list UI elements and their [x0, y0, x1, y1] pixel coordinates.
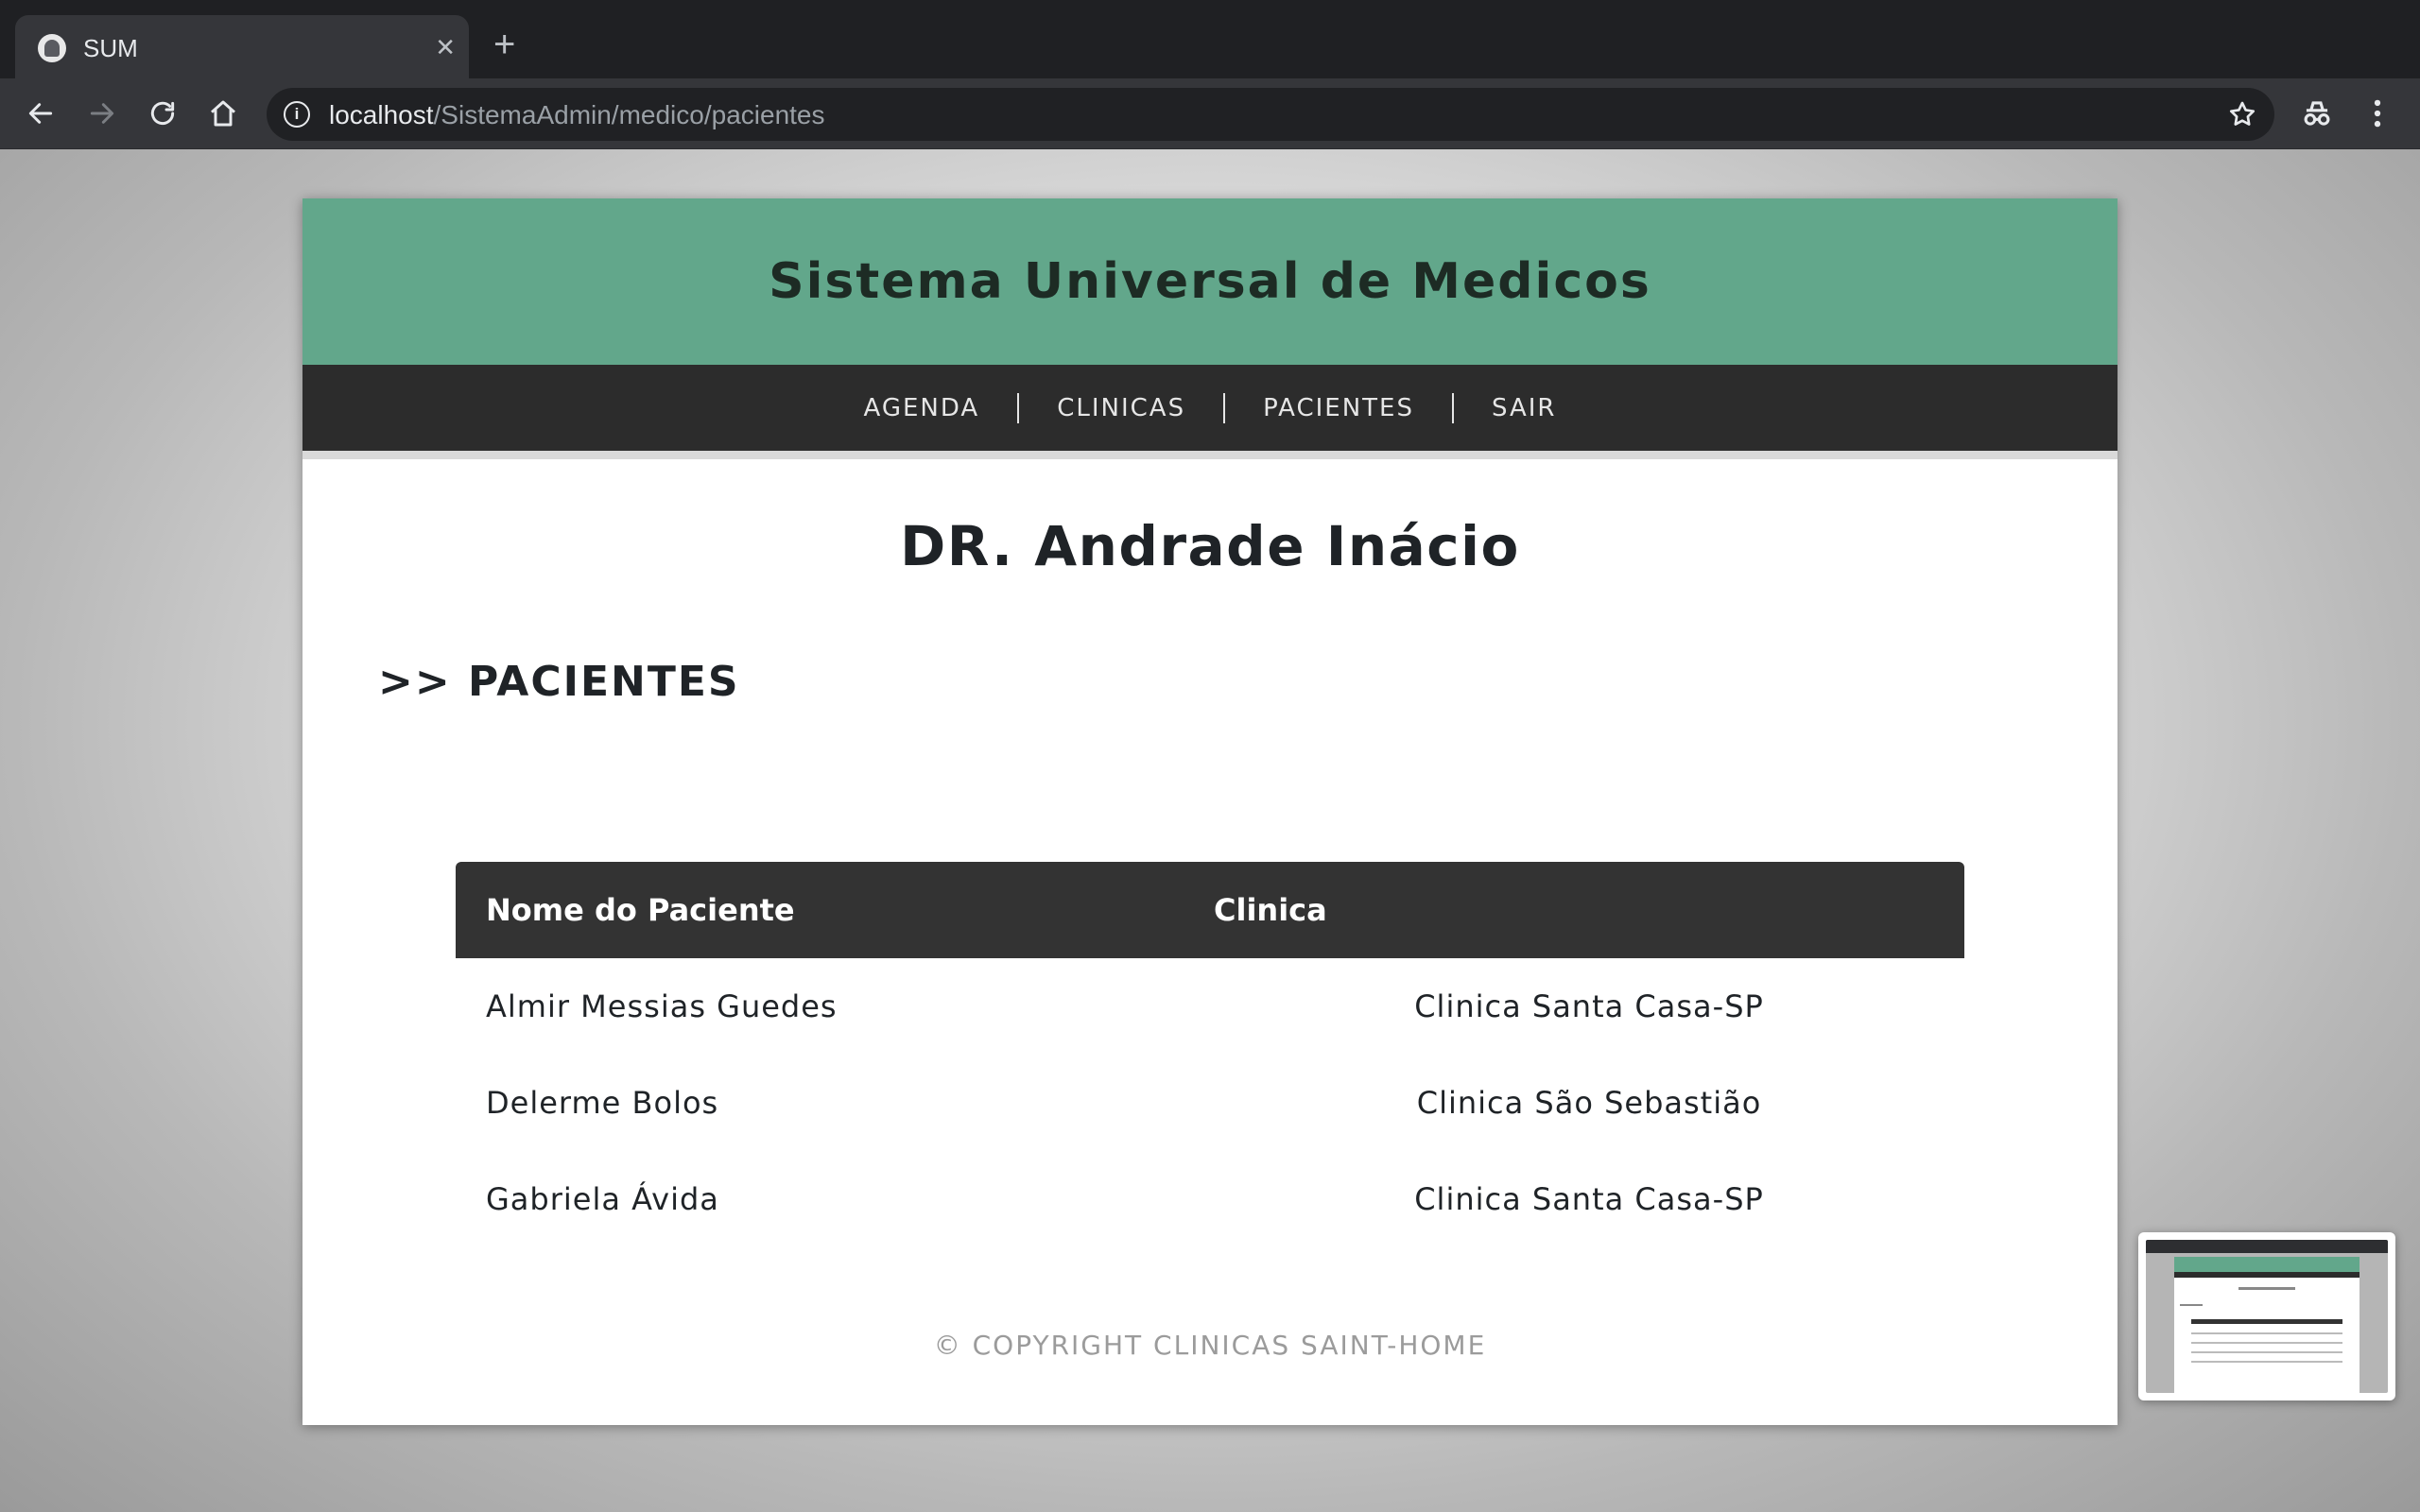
favicon-icon — [38, 34, 66, 62]
thumbnail-table-row — [2191, 1332, 2342, 1334]
patient-name: Gabriela Ávida — [486, 1181, 719, 1217]
section-title: >> PACIENTES — [378, 658, 740, 706]
incognito-icon — [2304, 101, 2330, 126]
nav-pacientes[interactable]: PACIENTES — [1225, 394, 1452, 422]
bookmark-star-icon[interactable] — [2227, 99, 2257, 129]
more-vertical-icon — [2374, 99, 2381, 128]
reload-button[interactable] — [143, 94, 182, 133]
patient-name: Delerme Bolos — [486, 1085, 719, 1121]
thumbnail-title-line — [2238, 1287, 2295, 1290]
forward-arrow-icon — [90, 103, 114, 124]
home-icon — [211, 100, 235, 127]
thumbnail-preview — [2146, 1240, 2388, 1393]
address-bar[interactable]: i localhost/SistemaAdmin/medico/paciente… — [267, 88, 2274, 141]
close-tab-icon[interactable]: ✕ — [435, 33, 456, 61]
thumbnail-table-row — [2191, 1342, 2342, 1344]
nav-clinicas[interactable]: CLINICAS — [1019, 394, 1223, 422]
table-row: Almir Messias Guedes Clinica Santa Casa-… — [456, 958, 1964, 1055]
column-header-clinic: Clinica — [1214, 892, 1327, 928]
thumbnail-nav — [2174, 1272, 2360, 1278]
thumbnail-section-line — [2180, 1304, 2203, 1306]
patient-name: Almir Messias Guedes — [486, 988, 838, 1024]
thumbnail-chrome — [2146, 1240, 2388, 1253]
home-button[interactable] — [203, 94, 243, 133]
url-text: localhost/SistemaAdmin/medico/pacientes — [329, 100, 825, 130]
nav-agenda[interactable]: AGENDA — [826, 394, 1018, 422]
clinic-name: Clinica São Sebastião — [1416, 1085, 1762, 1121]
site-title: Sistema Universal de Medicos — [769, 253, 1651, 310]
back-button[interactable] — [21, 94, 60, 133]
thumbnail-table-row — [2191, 1361, 2342, 1363]
doctor-name: DR. Andrade Inácio — [900, 514, 1520, 578]
url-path: /SistemaAdmin/medico/pacientes — [433, 100, 825, 129]
clinic-name: Clinica Santa Casa-SP — [1414, 1181, 1764, 1217]
site-header: Sistema Universal de Medicos — [302, 198, 2118, 365]
patients-table: Nome do Paciente Clinica Almir Messias G… — [456, 862, 1964, 1247]
browser-menu-button[interactable] — [2360, 95, 2395, 131]
site-info-icon[interactable]: i — [284, 101, 310, 128]
main-nav: AGENDA CLINICAS PACIENTES SAIR — [302, 365, 2118, 459]
copyright-footer: © COPYRIGHT CLINICAS SAINT-HOME — [933, 1330, 1487, 1361]
page-viewport: Sistema Universal de Medicos AGENDA CLIN… — [0, 149, 2420, 1512]
incognito-button[interactable] — [2299, 95, 2335, 131]
browser-toolbar: i localhost/SistemaAdmin/medico/paciente… — [0, 78, 2420, 149]
screenshot-thumbnail[interactable] — [2138, 1232, 2395, 1400]
reload-icon — [150, 101, 175, 125]
browser-tab-strip: SUM ✕ + — [0, 0, 2420, 78]
back-arrow-icon — [28, 103, 53, 124]
table-row: Gabriela Ávida Clinica Santa Casa-SP — [456, 1151, 1964, 1247]
table-row: Delerme Bolos Clinica São Sebastião — [456, 1055, 1964, 1151]
site-container: Sistema Universal de Medicos AGENDA CLIN… — [302, 198, 2118, 1425]
clinic-name: Clinica Santa Casa-SP — [1414, 988, 1764, 1024]
nav-sair[interactable]: SAIR — [1454, 394, 1595, 422]
thumbnail-header — [2174, 1257, 2360, 1272]
thumbnail-table-row — [2191, 1351, 2342, 1353]
tab-title: SUM — [83, 34, 138, 62]
thumbnail-page — [2174, 1257, 2360, 1393]
url-host: localhost — [329, 100, 434, 129]
table-header: Nome do Paciente Clinica — [456, 862, 1964, 958]
browser-tab[interactable]: SUM ✕ — [15, 15, 469, 78]
column-header-patient: Nome do Paciente — [486, 892, 795, 928]
new-tab-button[interactable]: + — [493, 26, 515, 63]
thumbnail-table-header — [2191, 1319, 2342, 1324]
forward-button[interactable] — [82, 94, 122, 133]
